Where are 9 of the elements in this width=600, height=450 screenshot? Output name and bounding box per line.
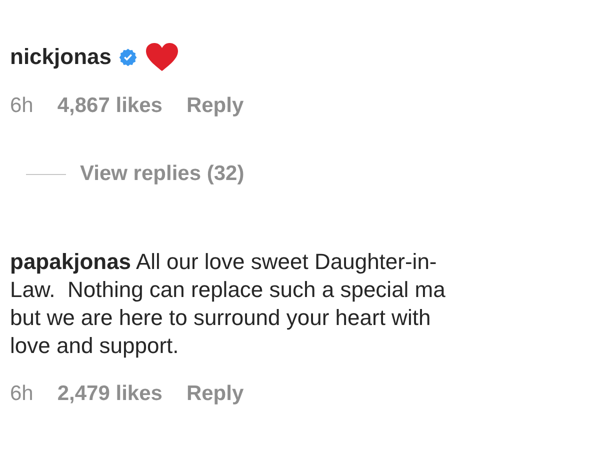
username[interactable]: nickjonas: [10, 44, 112, 70]
timestamp: 6h: [10, 94, 34, 118]
like-count[interactable]: 2,479 likes: [57, 382, 162, 406]
timestamp: 6h: [10, 382, 34, 406]
like-count[interactable]: 4,867 likes: [57, 94, 162, 118]
comment-text: papakjonas All our love sweet Daughter-in- Law. Nothing can replace such a special ma but we are here to surround your heart with love and support.: [10, 248, 446, 360]
reply-link[interactable]: Reply: [186, 382, 244, 406]
view-replies-link[interactable]: View replies (32): [80, 162, 244, 186]
reply-link[interactable]: Reply: [186, 94, 244, 118]
